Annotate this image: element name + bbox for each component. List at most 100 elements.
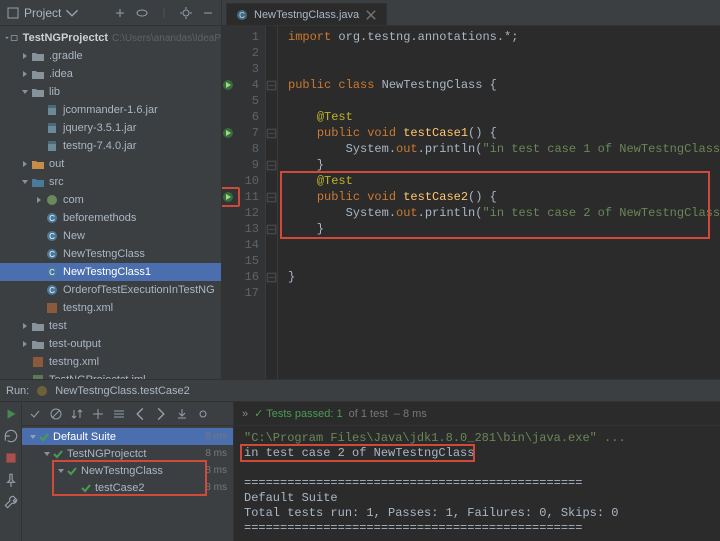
export-icon[interactable] (175, 407, 189, 421)
code-line[interactable]: public void testCase1() { (288, 125, 720, 141)
code-line[interactable]: @Test (288, 109, 720, 125)
code-line[interactable] (288, 61, 720, 77)
cls-icon: C (45, 229, 59, 243)
run-left-toolbar (0, 402, 22, 541)
code-line[interactable]: System.out.println("in test case 2 of Ne… (288, 205, 720, 221)
code-editor[interactable]: import org.testng.annotations.*; public c… (278, 26, 720, 379)
console-line: ========================================… (244, 476, 710, 491)
pkg-icon (45, 193, 59, 207)
folder-icon (31, 337, 45, 351)
tree-row[interactable]: COrderofTestExecutionInTestNG (0, 281, 221, 299)
tree-label: beforemethods (63, 212, 136, 224)
pin-icon[interactable] (3, 472, 19, 488)
chevron-down-icon[interactable] (65, 6, 79, 20)
tree-label: lib (49, 86, 60, 98)
tree-row[interactable]: test-output (0, 335, 221, 353)
gear-icon[interactable] (179, 6, 193, 20)
tree-row[interactable]: TestNGProjectct.iml (0, 371, 221, 379)
code-line[interactable]: } (288, 269, 720, 285)
svg-text:C: C (49, 286, 55, 295)
code-line[interactable]: public class NewTestngClass { (288, 77, 720, 93)
tree-row[interactable]: jquery-3.5.1.jar (0, 119, 221, 137)
code-line[interactable] (288, 93, 720, 109)
svg-text:C: C (49, 232, 55, 241)
tab-newtestngclass[interactable]: C NewTestngClass.java (226, 3, 387, 25)
console-line: Default Suite (244, 491, 710, 506)
code-line[interactable] (288, 253, 720, 269)
sort-icon[interactable] (70, 407, 84, 421)
tree-row[interactable]: out (0, 155, 221, 173)
tree-row[interactable]: CNew (0, 227, 221, 245)
test-label: Default Suite (53, 431, 116, 443)
tree-row[interactable]: testng-7.4.0.jar (0, 137, 221, 155)
code-line[interactable]: @Test (288, 173, 720, 189)
code-line[interactable]: } (288, 157, 720, 173)
code-line[interactable] (288, 285, 720, 301)
minimize-icon[interactable] (201, 6, 215, 20)
tree-row[interactable]: com (0, 191, 221, 209)
rerun-icon[interactable] (3, 406, 19, 422)
chevrons-icon: » (242, 408, 248, 420)
tree-row[interactable]: .idea (0, 65, 221, 83)
code-line[interactable]: } (288, 221, 720, 237)
cog-icon[interactable] (196, 407, 210, 421)
hide-icon[interactable] (135, 6, 149, 20)
test-time: 8 ms (205, 431, 227, 442)
test-time: 8 ms (205, 482, 227, 493)
tree-row[interactable]: testng.xml (0, 353, 221, 371)
tree-row[interactable]: testng.xml (0, 299, 221, 317)
ban-icon[interactable] (49, 407, 63, 421)
folder-icon (31, 319, 45, 333)
tree-row[interactable]: CNewTestngClass1 (0, 263, 221, 281)
code-line[interactable]: System.out.println("in test case 1 of Ne… (288, 141, 720, 157)
project-icon (6, 6, 20, 20)
next-icon[interactable] (154, 407, 168, 421)
stop-icon[interactable] (3, 450, 19, 466)
tree-row[interactable]: TestNGProjectctC:\Users\anandas\IdeaP (0, 29, 221, 47)
tree-label: testng-7.4.0.jar (63, 140, 136, 152)
code-line[interactable]: import org.testng.annotations.*; (288, 29, 720, 45)
cls-icon: C (45, 211, 59, 225)
gutter-run-icon[interactable] (222, 191, 234, 203)
check-icon[interactable] (28, 407, 42, 421)
test-tree-row[interactable]: TestNGProjectct8 ms (22, 445, 233, 462)
console-output[interactable]: "C:\Program Files\Java\jdk1.8.0_281\bin\… (234, 426, 720, 541)
run-config-name: NewTestngClass.testCase2 (55, 385, 190, 397)
tree-label: .idea (49, 68, 73, 80)
code-line[interactable]: public void testCase2() { (288, 189, 720, 205)
project-tree[interactable]: TestNGProjectctC:\Users\anandas\IdeaP.gr… (0, 26, 221, 379)
code-line[interactable] (288, 237, 720, 253)
pass-tick-icon (39, 432, 49, 442)
pass-tick-icon (81, 483, 91, 493)
project-sidebar: Project TestNGProjectctC:\Users\anandas\… (0, 0, 222, 379)
wrench-icon[interactable] (3, 494, 19, 510)
line-gutter[interactable]: 1234567891011121314151617 (222, 26, 266, 379)
tree-row[interactable]: lib (0, 83, 221, 101)
test-tree-row[interactable]: testCase28 ms (22, 479, 233, 496)
collapse-icon[interactable] (112, 407, 126, 421)
test-tree-row[interactable]: Default Suite 8 ms (22, 428, 233, 445)
code-line[interactable] (288, 45, 720, 61)
iml-icon (31, 373, 45, 379)
tree-row[interactable]: CNewTestngClass (0, 245, 221, 263)
rerun-failed-icon[interactable] (3, 428, 19, 444)
tree-row[interactable]: jcommander-1.6.jar (0, 101, 221, 119)
fold-column[interactable] (266, 26, 278, 379)
run-test-tree[interactable]: Default Suite 8 ms TestNGProjectct8 msNewT… (22, 426, 233, 541)
console-line (244, 461, 710, 476)
collapse-all-icon[interactable] (113, 6, 127, 20)
tree-row[interactable]: Cbeforemethods (0, 209, 221, 227)
close-icon[interactable] (364, 8, 378, 22)
gutter-run-icon[interactable] (222, 127, 234, 139)
console-line: Total tests run: 1, Passes: 1, Failures:… (244, 506, 710, 521)
expand-icon[interactable] (91, 407, 105, 421)
tree-row[interactable]: src (0, 173, 221, 191)
gutter-run-icon[interactable] (222, 79, 234, 91)
tree-row[interactable]: .gradle (0, 47, 221, 65)
tree-row[interactable]: test (0, 317, 221, 335)
folder-icon (31, 49, 45, 63)
svg-text:C: C (239, 11, 245, 20)
test-tree-row[interactable]: NewTestngClass8 ms (22, 462, 233, 479)
svg-text:C: C (49, 214, 55, 223)
prev-icon[interactable] (133, 407, 147, 421)
